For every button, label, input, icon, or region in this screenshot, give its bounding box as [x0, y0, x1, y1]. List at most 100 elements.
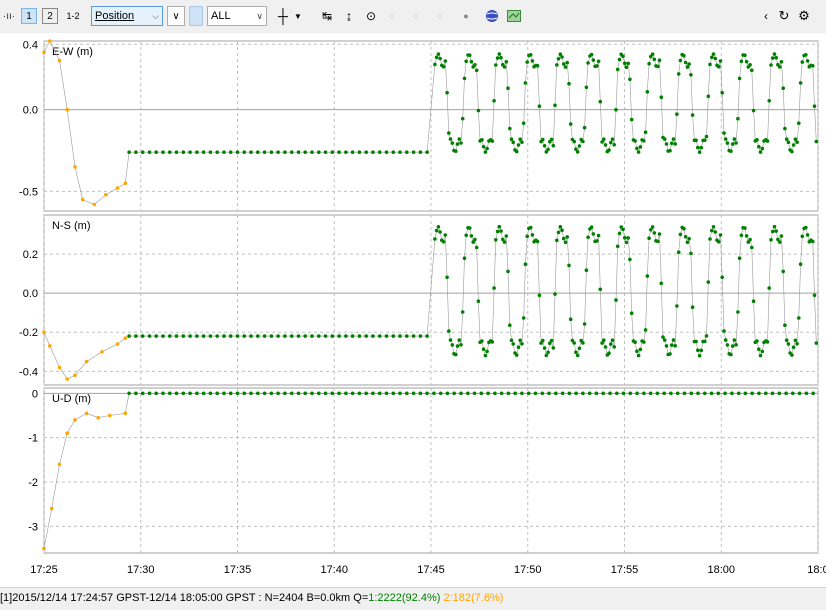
fix-point — [709, 391, 714, 396]
fix-point — [215, 150, 219, 154]
satellite-select[interactable]: ALL ∨ — [207, 6, 267, 26]
float-point — [84, 411, 89, 416]
position-plot[interactable]: 0.0 -0.5 0.4 E-W (m) 0.2 0.0 -0.2 -0.4 N-S (m) 0 -… — [0, 33, 826, 587]
fit-vertical-icon[interactable]: ↨ — [340, 6, 358, 26]
fix-point — [454, 149, 458, 153]
fix-point — [598, 287, 603, 292]
drag-handle-icon[interactable]: ·ıı· — [2, 6, 16, 26]
map-image-icon[interactable] — [506, 6, 522, 26]
fix-point — [723, 338, 728, 342]
fix-point — [676, 250, 681, 254]
reload-icon[interactable]: ↻ — [776, 6, 792, 26]
y-tick-label: -0.4 — [19, 366, 38, 378]
fix-point — [418, 334, 423, 338]
plot-type-dropdown-button[interactable]: ∨ — [167, 6, 185, 26]
fix-point — [621, 391, 626, 396]
fix-point — [574, 350, 578, 355]
solution-diff-label: 1-2 — [66, 11, 80, 21]
fix-point — [454, 352, 458, 357]
fix-point — [572, 139, 576, 144]
fix-point — [447, 131, 451, 135]
fix-point — [262, 150, 267, 154]
fix-point — [612, 143, 616, 147]
float-point — [57, 58, 62, 63]
fix-point — [174, 391, 179, 396]
fix-point — [804, 53, 808, 57]
fix-point — [485, 349, 489, 354]
fix-point — [445, 275, 449, 280]
fix-point — [551, 143, 556, 148]
fix-point — [337, 391, 341, 396]
fix-point — [269, 391, 274, 396]
fix-point — [561, 62, 566, 66]
fix-point — [567, 81, 571, 86]
fix-point — [520, 140, 524, 144]
fix-point — [499, 55, 503, 60]
fix-point — [568, 317, 573, 322]
back-arrow-icon[interactable]: ‹ — [760, 6, 772, 26]
fix-point — [656, 239, 660, 244]
solution-diff-button[interactable]: 1-2 — [63, 8, 83, 24]
fix-point — [364, 391, 369, 396]
fix-point — [384, 334, 389, 338]
fix-point — [283, 334, 287, 338]
show-point-icon[interactable]: ○ — [386, 6, 398, 26]
fix-point — [595, 239, 599, 243]
fix-point — [718, 233, 723, 237]
dropdown-arrow-icon[interactable]: ▼ — [293, 6, 303, 26]
x-tick-label: 18:0 — [807, 564, 826, 576]
show-skyplot-icon[interactable]: ● — [460, 6, 472, 26]
fit-horizontal-icon[interactable]: ↹ — [318, 6, 336, 26]
show-error-icon[interactable]: ○ — [434, 6, 446, 26]
fix-point — [490, 139, 495, 143]
solution-2-button[interactable]: 2 — [42, 8, 58, 24]
fix-point — [673, 142, 677, 146]
gear-icon[interactable]: ⚙ — [796, 6, 812, 26]
x-tick-label: 17:40 — [320, 564, 348, 576]
fix-point — [289, 150, 294, 154]
globe-icon[interactable] — [484, 6, 500, 26]
fix-point — [765, 139, 770, 143]
fix-point — [276, 150, 280, 154]
fix-point — [635, 391, 639, 396]
fix-point — [289, 391, 294, 396]
fix-point — [514, 353, 519, 357]
fix-point — [249, 334, 253, 338]
fix-point — [537, 104, 542, 108]
fix-point — [497, 52, 502, 56]
fix-point — [425, 334, 429, 338]
fix-point — [737, 76, 742, 81]
float-point — [48, 344, 52, 348]
fix-point — [602, 338, 606, 343]
fix-point — [725, 343, 730, 347]
fix-point — [647, 61, 651, 66]
fix-point — [671, 338, 676, 342]
fix-point — [615, 391, 619, 396]
fix-point — [249, 150, 253, 154]
fix-point — [127, 334, 131, 338]
fix-point — [530, 59, 535, 63]
float-point — [123, 411, 128, 416]
plot-type-select[interactable]: Position ⌵ — [91, 6, 163, 26]
fix-point — [499, 229, 503, 233]
fix-point — [791, 345, 796, 350]
fix-point — [459, 141, 463, 145]
center-origin-icon[interactable]: ┼ — [275, 6, 291, 26]
fix-point — [168, 391, 172, 396]
plot-area[interactable]: 0.0 -0.5 0.4 E-W (m) 0.2 0.0 -0.2 -0.4 N-S (m) 0 -… — [0, 33, 826, 587]
center-point-icon[interactable]: ⊙ — [363, 6, 379, 26]
fix-point — [523, 81, 528, 85]
fix-point — [736, 310, 740, 314]
fix-point — [509, 137, 514, 141]
fix-point — [504, 60, 509, 64]
fix-point — [134, 391, 138, 396]
fix-point — [610, 338, 615, 343]
fix-point — [685, 240, 690, 245]
fix-point — [438, 56, 442, 61]
fix-point — [612, 345, 616, 349]
show-line-icon[interactable]: ○ — [410, 6, 422, 26]
fix-point — [748, 237, 752, 242]
solution-1-button[interactable]: 1 — [21, 8, 37, 24]
fix-point — [699, 145, 704, 150]
fix-point — [594, 391, 599, 396]
